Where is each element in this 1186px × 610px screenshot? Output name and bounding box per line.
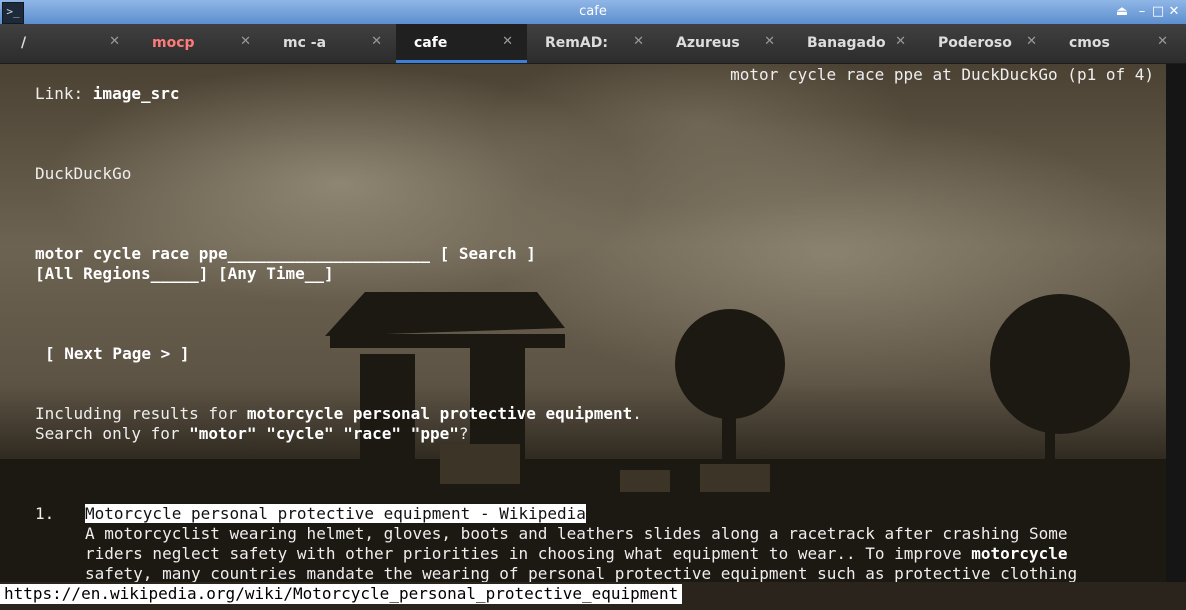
search-button[interactable]: [ Search ] <box>440 244 536 263</box>
window-title: cafe <box>579 4 607 19</box>
image-src-link[interactable]: image_src <box>93 84 180 103</box>
tab-banagado[interactable]: Banagado ✕ <box>789 24 920 63</box>
result-snippet-line-3: safety, many countries mandate the weari… <box>85 564 1078 582</box>
tab-poderoso[interactable]: Poderoso ✕ <box>920 24 1051 63</box>
tab-label: Azureus <box>676 35 740 51</box>
tab-bar: / ✕ mocp ✕ mc -a ✕ cafe ✕ RemAD: ✕ Azureus ✕ Banagad… <box>0 24 1186 64</box>
tab-close-icon[interactable]: ✕ <box>371 34 382 49</box>
search-only-link[interactable]: "motor" "cycle" "race" "ppe" <box>189 424 459 443</box>
tab-root[interactable]: / ✕ <box>3 24 134 63</box>
tab-close-icon[interactable]: ✕ <box>1026 34 1037 49</box>
status-url: https://en.wikipedia.org/wiki/Motorcycle… <box>0 584 683 604</box>
including-results: Including results for motorcycle persona… <box>35 404 642 424</box>
time-select[interactable]: [Any Time__] <box>218 264 334 283</box>
search-only: Search only for "motor" "cycle" "race" "… <box>35 424 468 444</box>
site-name: DuckDuckGo <box>35 164 132 183</box>
snippet-bold: motorcycle <box>971 544 1068 563</box>
search-only-prefix: Search only for <box>35 424 190 443</box>
result-snippet-line-2: riders neglect safety with other priorit… <box>85 544 1068 564</box>
tab-close-icon[interactable]: ✕ <box>240 34 251 49</box>
filter-row: [All Regions_____] [Any Time__] <box>35 264 334 284</box>
tab-azureus[interactable]: Azureus ✕ <box>658 24 789 63</box>
close-icon[interactable]: ✕ <box>1165 3 1183 21</box>
tab-cmos[interactable]: cmos ✕ <box>1051 24 1182 63</box>
terminal-view[interactable]: motor cycle race ppe at DuckDuckGo (p1 o… <box>0 64 1166 582</box>
next-page-button[interactable]: [ Next Page > ] <box>45 344 190 364</box>
tab-close-icon[interactable]: ✕ <box>895 34 906 49</box>
tab-label: mc -a <box>283 35 327 51</box>
tab-close-icon[interactable]: ✕ <box>109 34 120 49</box>
tab-mocp[interactable]: mocp ✕ <box>134 24 265 63</box>
tab-label: cafe <box>414 35 448 51</box>
tab-label: / <box>21 35 27 51</box>
tab-label: cmos <box>1069 35 1110 51</box>
window-titlebar: >_ cafe ⏏ – □ ✕ <box>0 0 1186 25</box>
including-suffix: . <box>632 404 642 423</box>
result-title-link[interactable]: Motorcycle personal protective equipment… <box>85 504 586 524</box>
snippet-text: riders neglect safety with other priorit… <box>85 544 972 563</box>
link-line: Link: image_src <box>35 84 180 104</box>
tab-label: mocp <box>152 35 195 51</box>
search-form: motor cycle race ppe____________________… <box>35 244 536 264</box>
search-only-suffix: ? <box>458 424 469 443</box>
region-select[interactable]: [All Regions_____] <box>35 264 208 283</box>
scrollbar[interactable] <box>1166 64 1186 582</box>
result-number: 1. <box>35 504 55 523</box>
page-header: motor cycle race ppe at DuckDuckGo (p1 o… <box>730 65 1154 84</box>
shade-icon[interactable]: ⏏ <box>1113 3 1131 21</box>
tab-close-icon[interactable]: ✕ <box>502 34 513 49</box>
tab-mc-a[interactable]: mc -a ✕ <box>265 24 396 63</box>
tab-label: RemAD: <box>545 35 608 51</box>
including-prefix: Including results for <box>35 404 247 423</box>
link-label: Link: <box>35 84 93 103</box>
tab-remad[interactable]: RemAD: ✕ <box>527 24 658 63</box>
tab-cafe[interactable]: cafe ✕ <box>396 24 527 63</box>
tab-label: Poderoso <box>938 35 1012 51</box>
tab-close-icon[interactable]: ✕ <box>1157 34 1168 49</box>
result-snippet-line-1: A motorcyclist wearing helmet, gloves, b… <box>85 524 1068 543</box>
tab-close-icon[interactable]: ✕ <box>764 34 775 49</box>
including-term-link[interactable]: motorcycle personal protective equipment <box>247 404 632 423</box>
search-input[interactable]: motor cycle race ppe____________________… <box>35 244 430 263</box>
result-title-text[interactable]: Motorcycle personal protective equipment… <box>85 504 586 523</box>
tab-close-icon[interactable]: ✕ <box>633 34 644 49</box>
tab-label: Banagado <box>807 35 886 51</box>
